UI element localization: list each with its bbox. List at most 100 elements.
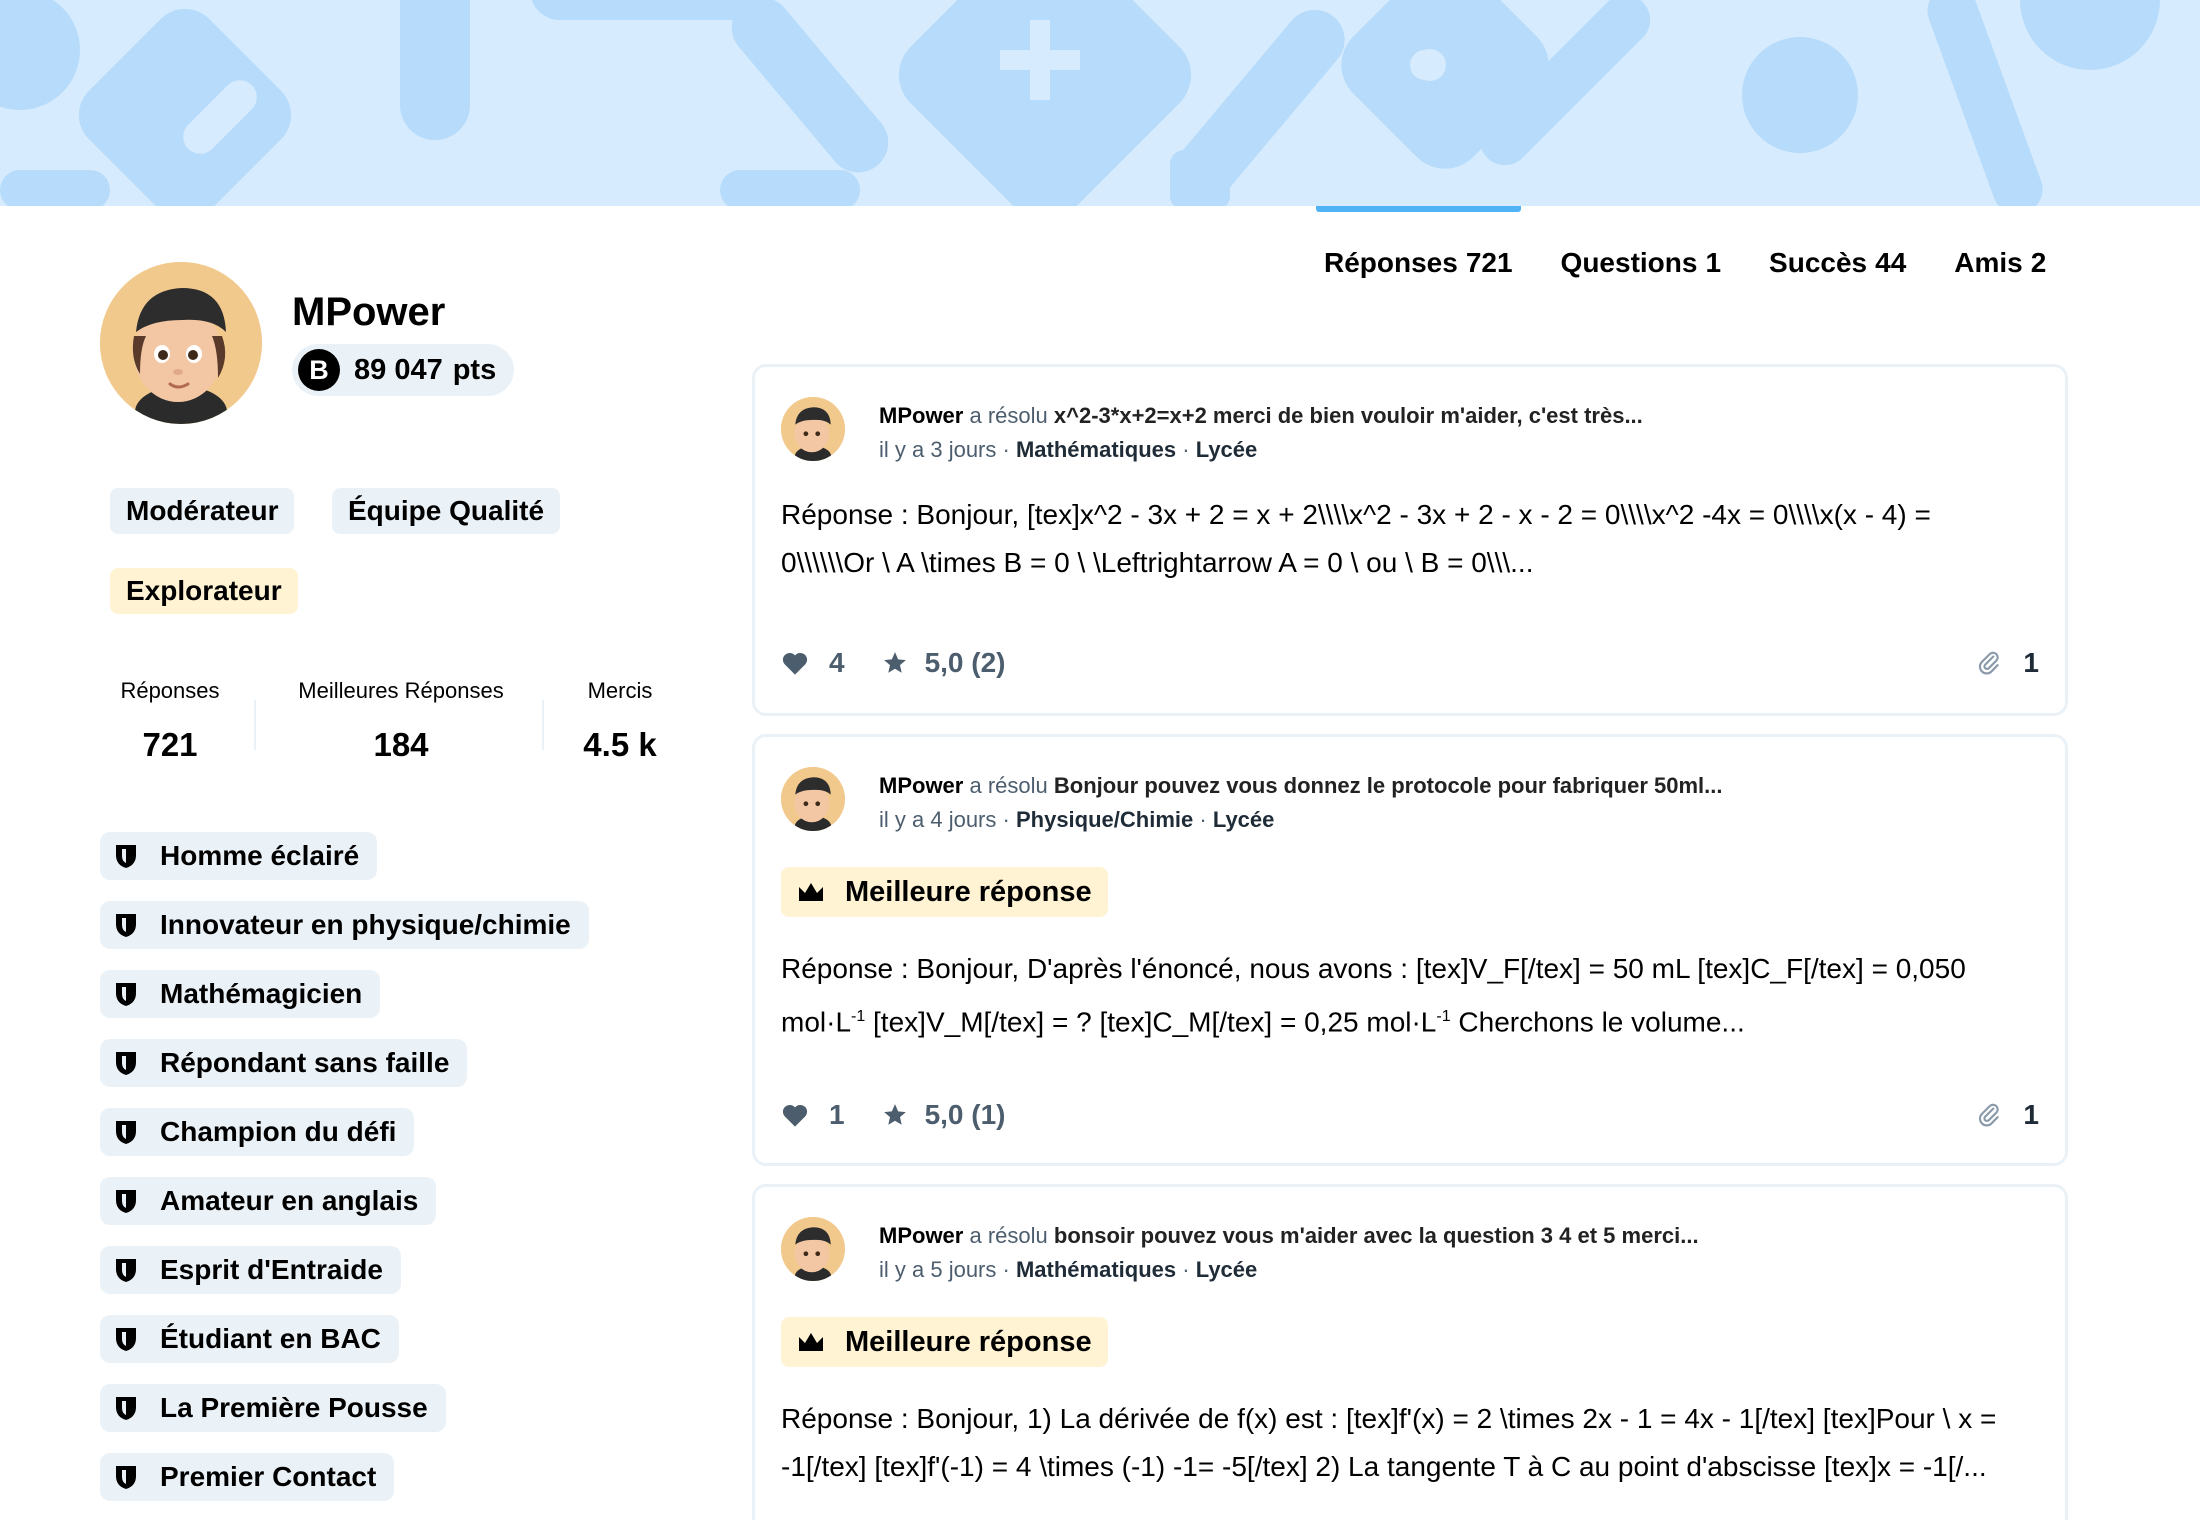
answer-text[interactable]: Réponse : Bonjour, 1) La dérivée de f(x)… — [781, 1395, 2035, 1491]
crown-icon — [799, 883, 823, 901]
avatar[interactable] — [100, 262, 262, 424]
action-verb: a résolu — [969, 1223, 1048, 1248]
answer-meta: il y a 4 jours · Physique/Chimie · Lycée — [879, 807, 1274, 833]
answer-footer: 4 5,0 (2) 1 — [781, 643, 2039, 683]
answer-line: 0\\\\\\Or \ A \times B = 0 \ \Leftrighta… — [781, 547, 1534, 578]
shield-icon — [116, 1190, 136, 1213]
achievement-tag[interactable]: Innovateur en physique/chimie — [100, 901, 589, 949]
stat-divider — [542, 700, 544, 750]
achievement-label: Homme éclairé — [160, 840, 360, 871]
heart-icon[interactable] — [781, 650, 809, 676]
achievement-label: Innovateur en physique/chimie — [160, 909, 571, 940]
action-verb: a résolu — [969, 773, 1048, 798]
meta-separator: · — [1199, 807, 1207, 832]
answer-text[interactable]: Réponse : Bonjour, [tex]x^2 - 3x + 2 = x… — [781, 491, 2035, 587]
tab-reponses[interactable]: Réponses 721 — [1300, 206, 1537, 320]
subject-link[interactable]: Physique/Chimie — [1016, 807, 1193, 832]
meta-separator: · — [1002, 437, 1010, 462]
avatar-illustration — [781, 767, 845, 831]
stat-thanks: Mercis 4.5 k — [570, 678, 670, 764]
shield-icon — [116, 983, 136, 1006]
answer-card[interactable]: MPower a résolu Bonjour pouvez vous donn… — [752, 734, 2068, 1166]
question-title[interactable]: x^2-3*x+2=x+2 merci de bien vouloir m'ai… — [1054, 403, 1643, 428]
avatar-illustration — [781, 1217, 845, 1281]
stat-value: 184 — [373, 726, 429, 763]
achievement-tag[interactable]: Homme éclairé — [100, 832, 378, 880]
author-avatar[interactable] — [781, 767, 845, 831]
answer-footer: 1 5,0 (1) 1 — [781, 1095, 2039, 1135]
achievement-label: Champion du défi — [160, 1116, 397, 1147]
shield-icon — [116, 1121, 136, 1144]
level-link[interactable]: Lycée — [1196, 437, 1258, 462]
rank-tag-moderator[interactable]: Modérateur — [110, 488, 295, 534]
best-answer-badge: Meilleure réponse — [781, 867, 1108, 917]
rank-tag-quality-team[interactable]: Équipe Qualité — [332, 488, 561, 534]
answer-fragment: Cherchons le volume... — [1450, 1006, 1745, 1038]
level-link[interactable]: Lycée — [1213, 807, 1275, 832]
author-name[interactable]: MPower — [879, 1223, 963, 1248]
achievement-tag[interactable]: Premier Contact — [100, 1453, 395, 1501]
shield-icon — [116, 1328, 136, 1351]
best-answer-badge: Meilleure réponse — [781, 1317, 1108, 1367]
attachments[interactable]: 1 — [1975, 647, 2039, 679]
meta-separator: · — [1182, 1257, 1190, 1282]
tab-questions[interactable]: Questions 1 — [1537, 206, 1746, 320]
answer-card[interactable]: MPower a résolu bonsoir pouvez vous m'ai… — [752, 1184, 2068, 1520]
tab-count: 2 — [2030, 247, 2047, 278]
likes-count: 4 — [829, 647, 845, 678]
achievement-tag[interactable]: Champion du défi — [100, 1108, 415, 1156]
level-link[interactable]: Lycée — [1196, 1257, 1258, 1282]
tab-amis[interactable]: Amis 2 — [1930, 206, 2070, 320]
answer-meta: il y a 5 jours · Mathématiques · Lycée — [879, 1257, 1257, 1283]
author-avatar[interactable] — [781, 1217, 845, 1281]
rank-tag-explorer[interactable]: Explorateur — [110, 568, 298, 614]
stat-value: 721 — [142, 726, 198, 763]
answer-time: il y a 3 jours — [879, 437, 997, 462]
answer-line: Réponse : Bonjour, 1) La dérivée de f(x)… — [781, 1403, 1997, 1434]
brainly-points-icon: B — [298, 349, 340, 391]
author-avatar[interactable] — [781, 397, 845, 461]
heart-icon[interactable] — [781, 1102, 809, 1128]
achievement-tag[interactable]: Mathémagicien — [100, 970, 381, 1018]
tab-label: Amis — [1954, 247, 2023, 278]
best-answer-label: Meilleure réponse — [845, 875, 1092, 908]
achievement-tag[interactable]: Étudiant en BAC — [100, 1315, 399, 1363]
achievement-tag[interactable]: La Première Pousse — [100, 1384, 446, 1432]
achievement-tag[interactable]: Esprit d'Entraide — [100, 1246, 401, 1294]
achievement-tag[interactable]: Amateur en anglais — [100, 1177, 437, 1225]
answer-headline: MPower a résolu Bonjour pouvez vous donn… — [879, 773, 1723, 799]
stat-label: Meilleures Réponses — [298, 678, 504, 703]
avatar-illustration — [100, 262, 262, 424]
superscript: -1 — [851, 1008, 866, 1025]
subject-link[interactable]: Mathématiques — [1016, 437, 1176, 462]
author-name[interactable]: MPower — [879, 773, 963, 798]
points-badge: B 89 047 pts — [292, 344, 515, 396]
achievement-label: La Première Pousse — [160, 1392, 428, 1423]
answer-headline: MPower a résolu x^2-3*x+2=x+2 merci de b… — [879, 403, 1643, 429]
stat-best-answers: Meilleures Réponses 184 — [286, 678, 516, 764]
tab-count: 1 — [1705, 247, 1722, 278]
stat-divider — [254, 700, 256, 750]
achievement-tag[interactable]: Répondant sans faille — [100, 1039, 468, 1087]
star-icon[interactable] — [881, 650, 909, 676]
rating-value: 5,0 (2) — [924, 647, 1006, 678]
attachments-count: 1 — [2023, 647, 2039, 678]
question-title[interactable]: Bonjour pouvez vous donnez le protocole … — [1054, 773, 1723, 798]
author-name[interactable]: MPower — [879, 403, 963, 428]
star-icon[interactable] — [881, 1102, 909, 1128]
attachments[interactable]: 1 — [1975, 1099, 2039, 1131]
rating-value: 5,0 (1) — [924, 1099, 1006, 1130]
likes-count: 1 — [829, 1099, 845, 1130]
answer-card[interactable]: MPower a résolu x^2-3*x+2=x+2 merci de b… — [752, 364, 2068, 716]
achievement-label: Esprit d'Entraide — [160, 1254, 383, 1285]
tab-succes[interactable]: Succès 44 — [1745, 206, 1930, 320]
tab-count: 721 — [1465, 247, 1513, 278]
question-title[interactable]: bonsoir pouvez vous m'aider avec la ques… — [1054, 1223, 1699, 1248]
answer-line: Réponse : Bonjour, [tex]x^2 - 3x + 2 = x… — [781, 499, 1931, 530]
answer-text[interactable]: Réponse : Bonjour, D'après l'énoncé, nou… — [781, 945, 2035, 1046]
shield-icon — [116, 845, 136, 868]
achievement-label: Étudiant en BAC — [160, 1323, 381, 1354]
meta-separator: · — [1182, 437, 1190, 462]
action-verb: a résolu — [969, 403, 1048, 428]
subject-link[interactable]: Mathématiques — [1016, 1257, 1176, 1282]
